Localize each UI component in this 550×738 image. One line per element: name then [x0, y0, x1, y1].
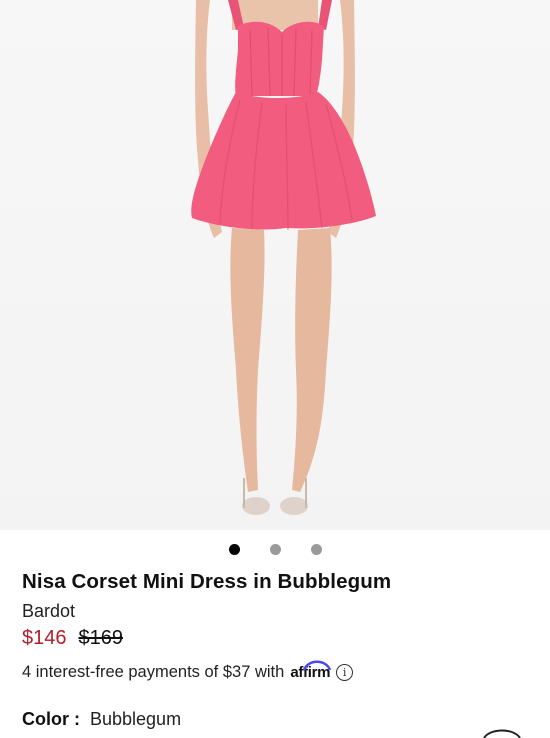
- affirm-arc-icon: [303, 660, 332, 671]
- dress-model-illustration: [191, 0, 376, 515]
- installment-text: 4 interest-free payments of $37 with: [22, 663, 285, 681]
- color-value: Bubblegum: [90, 709, 182, 729]
- product-image[interactable]: [0, 0, 550, 530]
- original-price: $169: [78, 627, 124, 649]
- affirm-logo: affirm: [290, 660, 332, 681]
- color-label: Color :: [22, 709, 80, 729]
- price-group: $146 $169: [22, 627, 123, 650]
- carousel-dot-3[interactable]: [310, 544, 322, 555]
- carousel-dot-1[interactable]: [228, 544, 240, 555]
- color-selector: Color : Bubblegum: [22, 709, 181, 730]
- size-chart-icon[interactable]: [482, 726, 522, 738]
- product-title: Nisa Corset Mini Dress in Bubblegum: [22, 570, 392, 593]
- sale-price: $146: [22, 627, 67, 649]
- image-carousel-dots: [0, 544, 550, 555]
- brand-name[interactable]: Bardot: [22, 601, 75, 622]
- info-icon[interactable]: i: [336, 664, 354, 681]
- carousel-dot-2[interactable]: [269, 544, 281, 555]
- installment-info: 4 interest-free payments of $37 with aff…: [22, 660, 354, 682]
